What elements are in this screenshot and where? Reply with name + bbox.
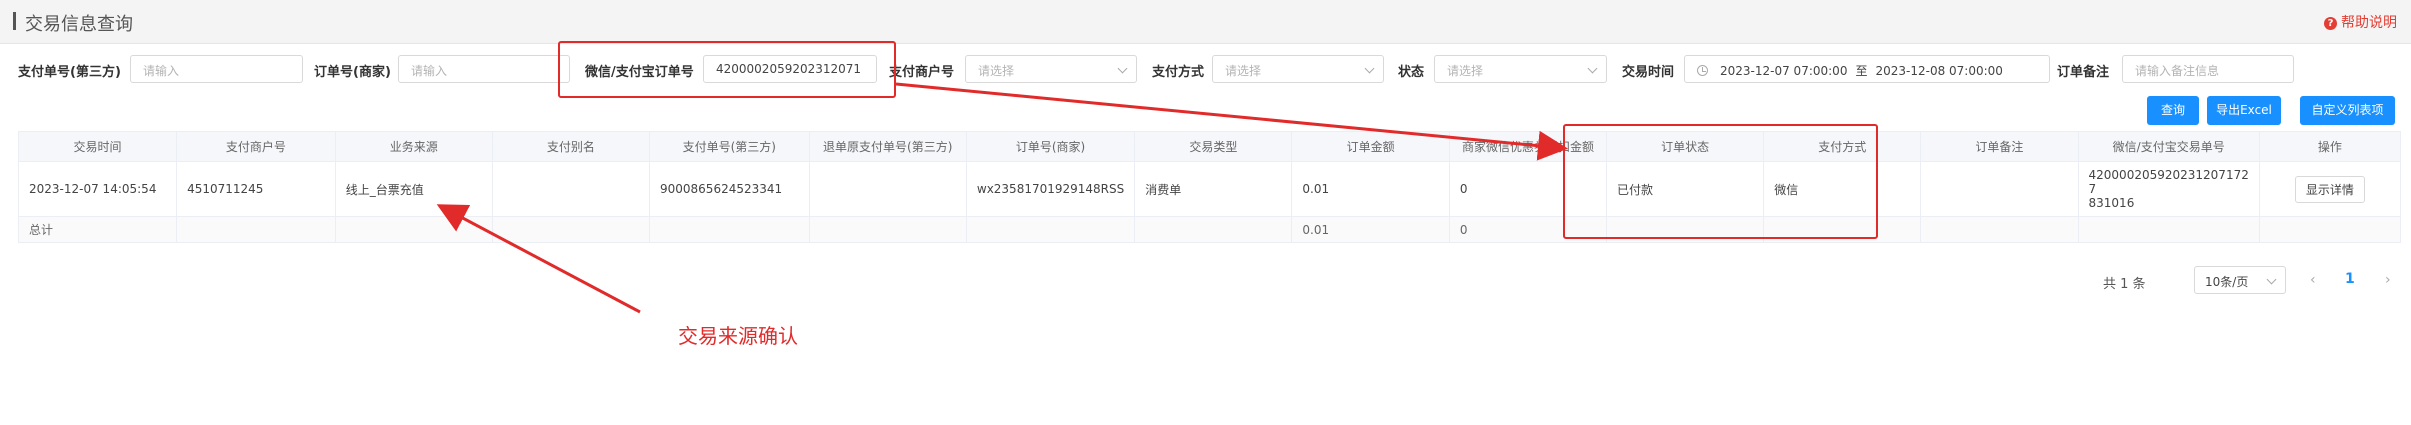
annotation-arrows xyxy=(436,82,1568,314)
annotation-note: 交易来源确认 xyxy=(678,324,798,348)
arrow-to-status-box xyxy=(895,82,1568,161)
page: 交易信息查询 ? 帮助说明 支付单号(第三方) 请输入 订单号(商家) 请输入 微… xyxy=(0,0,2411,425)
arrow-to-biz-source xyxy=(436,204,641,314)
